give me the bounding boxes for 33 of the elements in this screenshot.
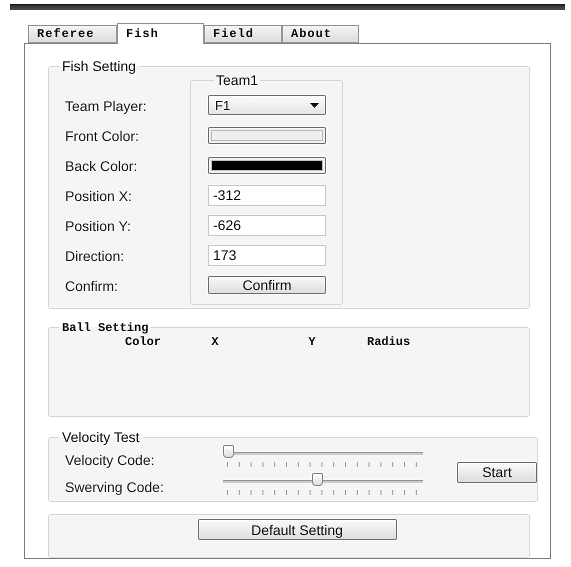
slider-label: Velocity Code: [65, 450, 156, 470]
field-label: Direction: [65, 247, 126, 266]
field-label: Front Color: [65, 127, 140, 146]
group-title: Ball Setting [61, 320, 150, 335]
field-label: Team Player: [65, 97, 148, 116]
input-field[interactable]: -626 [208, 214, 326, 236]
group-title: Fish Setting [61, 58, 137, 74]
tab[interactable]: Referee [28, 25, 117, 43]
column-header: Radius [367, 334, 412, 349]
group-title: Team1 [215, 72, 260, 88]
player-dropdown[interactable]: F1 [208, 95, 326, 115]
slider-thumb[interactable] [223, 445, 234, 458]
field-label: Confirm: [65, 277, 119, 296]
color-button[interactable] [208, 126, 326, 144]
field-label: Position X: [65, 187, 133, 206]
tab[interactable]: Field [204, 25, 282, 43]
tab[interactable]: Fish [117, 23, 204, 44]
column-header: Y [307, 334, 317, 349]
start-button[interactable]: Start [457, 462, 537, 483]
input-field[interactable]: 173 [208, 244, 326, 266]
caret-icon [310, 102, 319, 108]
slider-thumb[interactable] [312, 473, 324, 486]
default-setting-button[interactable]: Default Setting [198, 519, 396, 540]
input-field[interactable]: -312 [208, 184, 326, 206]
tab[interactable]: About [282, 25, 359, 43]
slider-label: Swerving Code: [65, 478, 165, 496]
confirm-button[interactable]: Confirm [208, 276, 326, 294]
field-label: Position Y: [65, 217, 132, 236]
color-button[interactable] [208, 156, 326, 174]
group-title: Velocity Test [61, 429, 141, 446]
column-header: Color [124, 334, 162, 349]
field-label: Back Color: [65, 157, 138, 176]
column-header: X [210, 334, 220, 349]
